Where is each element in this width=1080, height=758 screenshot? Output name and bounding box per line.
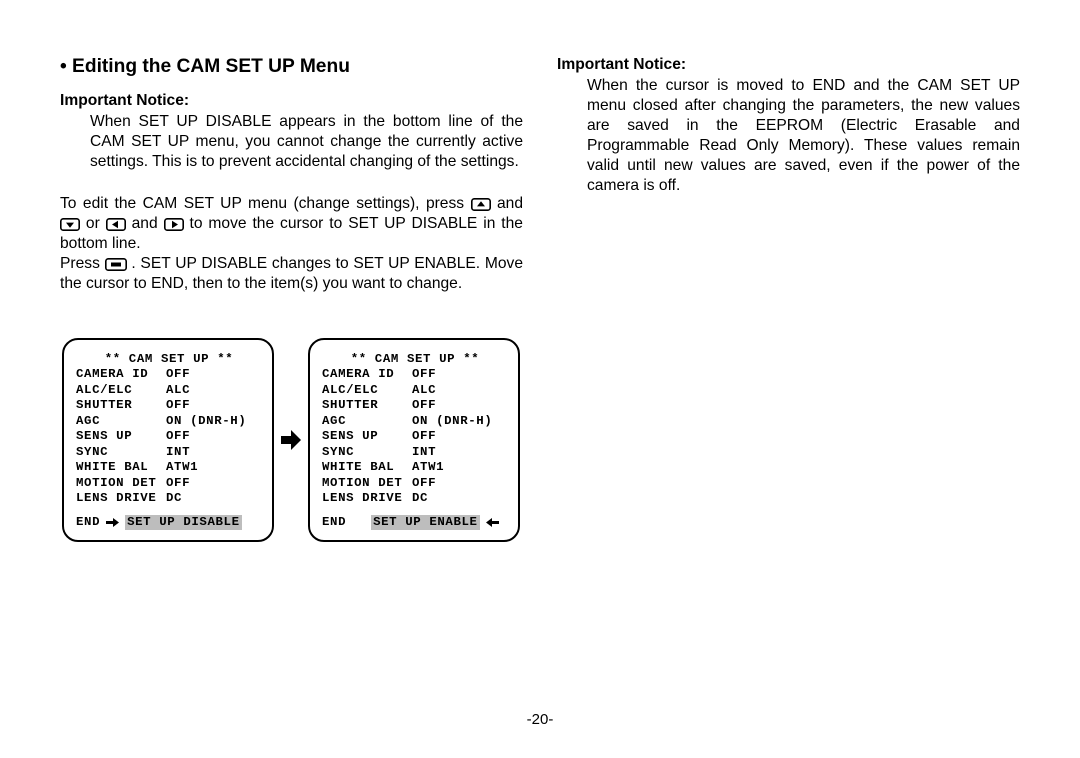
notice-body-left: When SET UP DISABLE appears in the botto… (90, 112, 523, 172)
left-column: • Editing the CAM SET UP Menu Important … (60, 56, 523, 711)
arrow-right-key-icon (164, 218, 184, 231)
text: . SET UP DISABLE changes to SET UP ENABL… (60, 255, 523, 292)
text: and (497, 195, 523, 212)
setup-state-enable: SET UP ENABLE (371, 515, 479, 531)
menu-row: CAMERA IDOFF (76, 367, 262, 383)
menu-screens: ** CAM SET UP ** CAMERA IDOFF ALC/ELCALC… (62, 338, 523, 543)
arrow-left-icon (486, 518, 499, 527)
section-heading: • Editing the CAM SET UP Menu (60, 56, 523, 78)
menu-row: SHUTTEROFF (76, 398, 262, 414)
menu-row: SENS UPOFF (76, 429, 262, 445)
menu-end-line: END SET UP ENABLE (322, 515, 508, 531)
end-label: END (76, 515, 100, 531)
text: and (132, 215, 164, 232)
menu-screen-enable: ** CAM SET UP ** CAMERA IDOFF ALC/ELCALC… (308, 338, 520, 543)
right-column: Important Notice: When the cursor is mov… (557, 56, 1020, 711)
menu-row: CAMERA IDOFF (322, 367, 508, 383)
instruction-paragraph-2: Press . SET UP DISABLE changes to SET UP… (60, 254, 523, 294)
menu-row: MOTION DETOFF (322, 476, 508, 492)
menu-row: SYNCINT (76, 445, 262, 461)
arrow-down-key-icon (60, 218, 80, 231)
transition-arrow-icon (280, 429, 302, 451)
end-label: END (322, 515, 346, 531)
menu-title: ** CAM SET UP ** (322, 352, 508, 368)
two-column-layout: • Editing the CAM SET UP Menu Important … (60, 56, 1020, 711)
text: to move the cursor to SET UP DISABLE in … (60, 215, 523, 252)
arrow-left-key-icon (106, 218, 126, 231)
notice-label-left: Important Notice: (60, 92, 523, 110)
menu-row: AGCON (DNR-H) (76, 414, 262, 430)
menu-row: SENS UPOFF (322, 429, 508, 445)
menu-row: AGCON (DNR-H) (322, 414, 508, 430)
text: or (86, 215, 106, 232)
page: • Editing the CAM SET UP Menu Important … (0, 0, 1080, 758)
text: Press (60, 255, 105, 272)
setup-state-disable: SET UP DISABLE (125, 515, 242, 531)
text: To edit the CAM SET UP menu (change sett… (60, 195, 471, 212)
arrow-right-icon (106, 518, 119, 527)
menu-title: ** CAM SET UP ** (76, 352, 262, 368)
arrow-up-key-icon (471, 198, 491, 211)
menu-row: WHITE BALATW1 (322, 460, 508, 476)
set-key-icon (105, 258, 127, 271)
menu-end-line: END SET UP DISABLE (76, 515, 262, 531)
notice-body-right: When the cursor is moved to END and the … (587, 76, 1020, 196)
page-number: -20- (60, 711, 1020, 728)
instruction-paragraph-1: To edit the CAM SET UP menu (change sett… (60, 194, 523, 254)
notice-label-right: Important Notice: (557, 56, 1020, 74)
menu-screen-disable: ** CAM SET UP ** CAMERA IDOFF ALC/ELCALC… (62, 338, 274, 543)
menu-row: LENS DRIVEDC (76, 491, 262, 507)
menu-row: MOTION DETOFF (76, 476, 262, 492)
menu-row: SYNCINT (322, 445, 508, 461)
menu-row: LENS DRIVEDC (322, 491, 508, 507)
menu-row: ALC/ELCALC (322, 383, 508, 399)
menu-row: WHITE BALATW1 (76, 460, 262, 476)
menu-row: ALC/ELCALC (76, 383, 262, 399)
menu-row: SHUTTEROFF (322, 398, 508, 414)
